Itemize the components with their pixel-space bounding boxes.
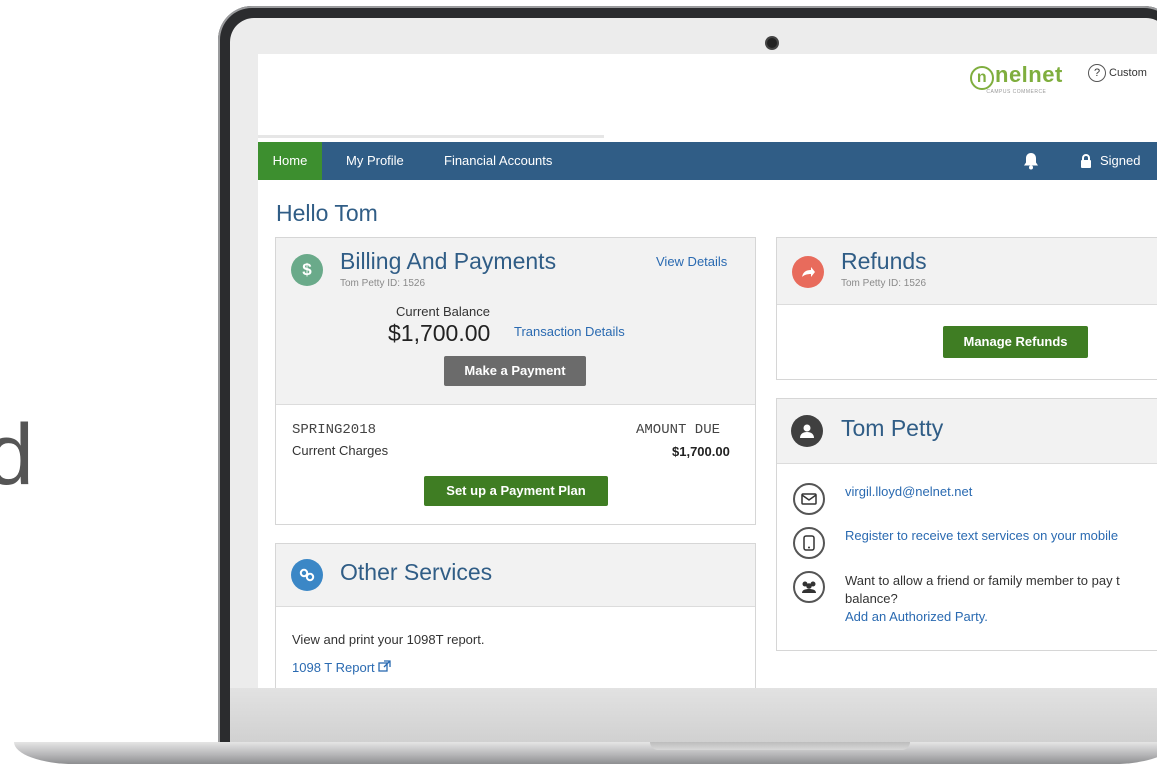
help-icon: ?	[1088, 64, 1106, 82]
nav-financial-accounts[interactable]: Financial Accounts	[444, 142, 552, 180]
main-nav: Home My Profile Financial Accounts Signe…	[258, 142, 1157, 180]
dollar-icon: $	[291, 254, 323, 286]
partial-background-text: d	[0, 407, 34, 503]
report-link-label: 1098 T Report	[292, 660, 375, 675]
link-icon	[291, 559, 323, 591]
transaction-details-link[interactable]: Transaction Details	[514, 324, 625, 339]
current-balance-amount: $1,700.00	[388, 320, 491, 346]
manage-refunds-button[interactable]: Manage Refunds	[943, 326, 1088, 358]
group-icon	[793, 571, 825, 603]
text-services-link[interactable]: Register to receive text services on you…	[845, 528, 1118, 543]
billing-card-header: $ Billing And Payments Tom Petty ID: 152…	[276, 238, 755, 405]
share-icon	[792, 256, 824, 288]
laptop-base-notch	[650, 742, 910, 750]
profile-card: Tom Petty virgil.lloyd@nelnet.net Regist…	[776, 398, 1157, 651]
billing-title: Billing And Payments	[340, 248, 557, 274]
camera-icon	[767, 38, 777, 48]
nav-home[interactable]: Home	[258, 142, 322, 180]
header-divider	[258, 135, 604, 138]
authorize-friend-text: Want to allow a friend or family member …	[845, 573, 1120, 588]
partial-background-text: l	[0, 236, 5, 322]
logo-text: nelnet	[995, 62, 1063, 87]
nelnet-logo: n nelnet CAMPUS COMMERCE	[970, 62, 1063, 95]
other-services-card: Other Services View and print your 1098T…	[275, 543, 756, 688]
refunds-student-id: Tom Petty ID: 1526	[841, 278, 927, 289]
amount-due-label: AMOUNT DUE	[636, 422, 721, 438]
billing-card: $ Billing And Payments Tom Petty ID: 152…	[275, 237, 756, 525]
envelope-icon	[793, 483, 825, 515]
authorize-friend-text-cont: balance?	[845, 591, 898, 606]
amount-due-value: $1,700.00	[672, 444, 730, 459]
current-charges-label: Current Charges	[292, 443, 389, 458]
view-details-link[interactable]: View Details	[656, 254, 727, 269]
page-title: Hello Tom	[276, 200, 378, 226]
user-icon	[791, 415, 823, 447]
help-label: Custom	[1109, 67, 1147, 79]
other-services-header: Other Services	[276, 544, 755, 607]
external-link-icon	[378, 660, 391, 672]
refunds-card: Refunds Tom Petty ID: 1526 Manage Refund…	[776, 237, 1157, 380]
mobile-icon	[793, 527, 825, 559]
billing-student-id: Tom Petty ID: 1526	[340, 278, 426, 289]
current-balance-label: Current Balance	[396, 304, 490, 319]
refunds-title: Refunds	[841, 248, 927, 274]
add-authorized-party-link[interactable]: Add an Authorized Party.	[845, 609, 988, 624]
term-label: SPRING2018	[292, 422, 377, 438]
laptop-base	[14, 742, 1157, 764]
nav-my-profile[interactable]: My Profile	[346, 142, 404, 180]
report-link[interactable]: 1098 T Report	[292, 660, 391, 675]
signed-in-status[interactable]: Signed	[1080, 142, 1140, 180]
lock-icon	[1081, 154, 1091, 168]
make-payment-button[interactable]: Make a Payment	[444, 356, 586, 386]
app-screen: n nelnet CAMPUS COMMERCE ? Custom Home My…	[258, 54, 1157, 688]
payment-plan-button[interactable]: Set up a Payment Plan	[424, 476, 608, 506]
profile-name: Tom Petty	[841, 415, 944, 441]
bell-icon[interactable]	[1022, 152, 1040, 175]
refunds-header: Refunds Tom Petty ID: 1526	[777, 238, 1157, 305]
profile-header: Tom Petty	[777, 399, 1157, 464]
signed-label: Signed	[1100, 153, 1141, 168]
customer-help-link[interactable]: ? Custom	[1088, 64, 1147, 82]
email-link[interactable]: virgil.lloyd@nelnet.net	[845, 484, 972, 499]
laptop-bezel-bottom	[230, 688, 1157, 744]
other-services-title: Other Services	[340, 559, 493, 585]
report-description: View and print your 1098T report.	[292, 632, 485, 647]
